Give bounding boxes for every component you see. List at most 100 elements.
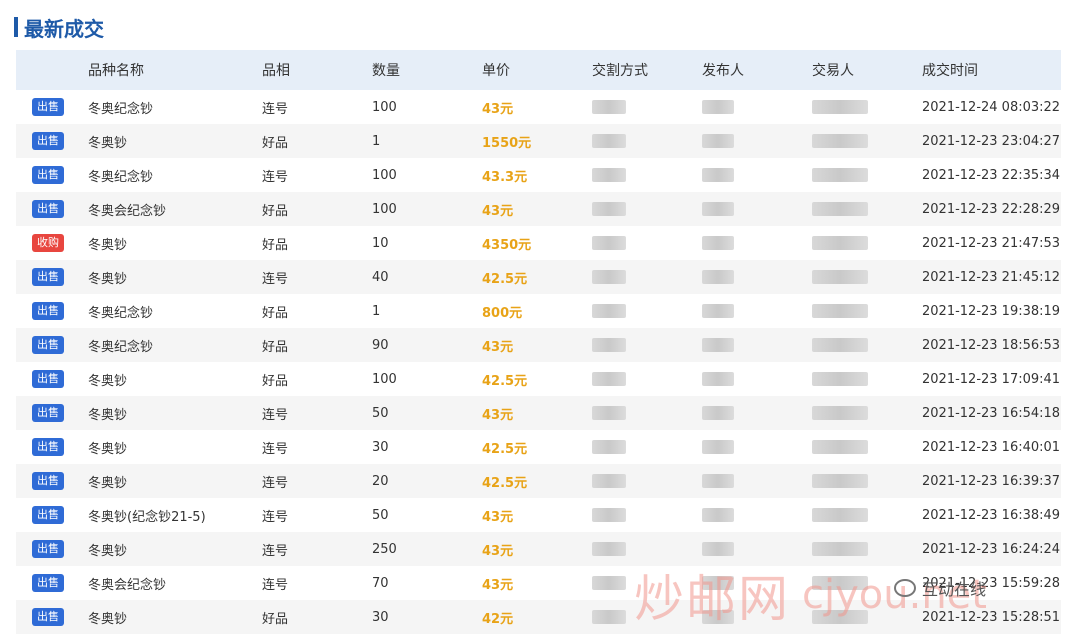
table-row[interactable]: 出售 冬奥钞(纪念钞21-5) 连号 50 43元 2021-12-23 16:… xyxy=(16,498,1061,532)
qty-cell: 1 xyxy=(372,133,381,149)
name-cell: 冬奥会纪念钞 xyxy=(88,577,167,593)
blurred-publisher xyxy=(702,168,734,182)
table-row[interactable]: 出售 冬奥纪念钞 好品 1 800元 2021-12-23 19:38:19 xyxy=(16,294,1061,328)
grade-cell: 连号 xyxy=(262,543,289,559)
blurred-delivery xyxy=(592,406,626,420)
price-cell: 43.3元 xyxy=(482,169,528,185)
trade-type-badge: 出售 xyxy=(32,540,64,558)
blurred-delivery xyxy=(592,474,626,488)
qty-cell: 100 xyxy=(372,99,397,115)
blurred-trader xyxy=(812,474,868,488)
price-cell: 43元 xyxy=(482,407,514,423)
time-cell: 2021-12-23 16:54:18 xyxy=(922,405,1061,421)
table-row[interactable]: 出售 冬奥钞 连号 250 43元 2021-12-23 16:24:24 xyxy=(16,532,1061,566)
blurred-delivery xyxy=(592,100,626,114)
header-publisher: 发布人 xyxy=(702,63,744,79)
blurred-delivery xyxy=(592,168,626,182)
blurred-trader xyxy=(812,168,868,182)
type-cell: 出售 xyxy=(16,438,88,456)
delivery-cell xyxy=(592,202,702,217)
blurred-publisher xyxy=(702,542,734,556)
blurred-trader xyxy=(812,236,868,250)
grade-cell: 连号 xyxy=(262,475,289,491)
delivery-cell xyxy=(592,440,702,455)
price-cell: 42.5元 xyxy=(482,373,528,389)
blurred-publisher xyxy=(702,474,734,488)
name-cell: 冬奥钞 xyxy=(88,407,128,423)
blurred-delivery xyxy=(592,304,626,318)
blurred-trader xyxy=(812,202,868,216)
trader-cell xyxy=(812,542,922,557)
name-cell: 冬奥钞 xyxy=(88,611,128,627)
qty-cell: 100 xyxy=(372,201,397,217)
qty-cell: 30 xyxy=(372,609,389,625)
name-cell: 冬奥钞 xyxy=(88,475,128,491)
trader-cell xyxy=(812,168,922,183)
publisher-cell xyxy=(702,270,812,285)
blurred-publisher xyxy=(702,236,734,250)
table-row[interactable]: 出售 冬奥钞 好品 30 42元 2021-12-23 15:28:51 xyxy=(16,600,1061,634)
blurred-delivery xyxy=(592,134,626,148)
table-row[interactable]: 出售 冬奥钞 连号 20 42.5元 2021-12-23 16:39:37 xyxy=(16,464,1061,498)
grade-cell: 好品 xyxy=(262,339,289,355)
delivery-cell xyxy=(592,372,702,387)
page-title: 最新成交 xyxy=(14,12,104,42)
table-row[interactable]: 出售 冬奥钞 好品 100 42.5元 2021-12-23 17:09:41 xyxy=(16,362,1061,396)
delivery-cell xyxy=(592,270,702,285)
publisher-cell xyxy=(702,474,812,489)
trade-type-badge: 收购 xyxy=(32,234,64,252)
publisher-cell xyxy=(702,576,812,591)
delivery-cell xyxy=(592,610,702,625)
blurred-trader xyxy=(812,440,868,454)
table-row[interactable]: 出售 冬奥钞 连号 50 43元 2021-12-23 16:54:18 xyxy=(16,396,1061,430)
grade-cell: 连号 xyxy=(262,509,289,525)
table-row[interactable]: 出售 冬奥纪念钞 连号 100 43.3元 2021-12-23 22:35:3… xyxy=(16,158,1061,192)
price-cell: 43元 xyxy=(482,543,514,559)
header-delivery: 交割方式 xyxy=(592,63,648,79)
blurred-publisher xyxy=(702,338,734,352)
time-cell: 2021-12-23 16:24:24 xyxy=(922,541,1061,557)
grade-cell: 连号 xyxy=(262,101,289,117)
trader-cell xyxy=(812,338,922,353)
price-cell: 42.5元 xyxy=(482,475,528,491)
trade-type-badge: 出售 xyxy=(32,268,64,286)
delivery-cell xyxy=(592,304,702,319)
trader-cell xyxy=(812,100,922,115)
blurred-trader xyxy=(812,338,868,352)
time-cell: 2021-12-24 08:03:22 xyxy=(922,99,1061,115)
blurred-trader xyxy=(812,372,868,386)
blurred-trader xyxy=(812,508,868,522)
table-header: 品种名称 品相 数量 单价 交割方式 发布人 交易人 成交时间 xyxy=(16,50,1061,90)
price-cell: 800元 xyxy=(482,305,523,321)
table-row[interactable]: 收购 冬奥钞 好品 10 4350元 2021-12-23 21:47:53 xyxy=(16,226,1061,260)
qty-cell: 50 xyxy=(372,507,389,523)
blurred-delivery xyxy=(592,270,626,284)
trader-cell xyxy=(812,270,922,285)
grade-cell: 连号 xyxy=(262,441,289,457)
publisher-cell xyxy=(702,542,812,557)
qty-cell: 20 xyxy=(372,473,389,489)
trade-type-badge: 出售 xyxy=(32,166,64,184)
grade-cell: 连号 xyxy=(262,169,289,185)
trader-cell xyxy=(812,508,922,523)
time-cell: 2021-12-23 15:59:28 xyxy=(922,575,1061,591)
type-cell: 出售 xyxy=(16,302,88,320)
qty-cell: 100 xyxy=(372,371,397,387)
table-row[interactable]: 出售 冬奥纪念钞 连号 100 43元 2021-12-24 08:03:22 xyxy=(16,90,1061,124)
table-row[interactable]: 出售 冬奥钞 连号 30 42.5元 2021-12-23 16:40:01 xyxy=(16,430,1061,464)
table-row[interactable]: 出售 冬奥会纪念钞 连号 70 43元 2021-12-23 15:59:28 xyxy=(16,566,1061,600)
table-row[interactable]: 出售 冬奥钞 连号 40 42.5元 2021-12-23 21:45:12 xyxy=(16,260,1061,294)
qty-cell: 90 xyxy=(372,337,389,353)
blurred-trader xyxy=(812,134,868,148)
delivery-cell xyxy=(592,134,702,149)
table-row[interactable]: 出售 冬奥纪念钞 好品 90 43元 2021-12-23 18:56:53 xyxy=(16,328,1061,362)
table-row[interactable]: 出售 冬奥会纪念钞 好品 100 43元 2021-12-23 22:28:29 xyxy=(16,192,1061,226)
blurred-delivery xyxy=(592,542,626,556)
grade-cell: 连号 xyxy=(262,271,289,287)
type-cell: 出售 xyxy=(16,98,88,116)
name-cell: 冬奥钞 xyxy=(88,373,128,389)
table-row[interactable]: 出售 冬奥钞 好品 1 1550元 2021-12-23 23:04:27 xyxy=(16,124,1061,158)
trade-type-badge: 出售 xyxy=(32,506,64,524)
grade-cell: 连号 xyxy=(262,577,289,593)
delivery-cell xyxy=(592,406,702,421)
